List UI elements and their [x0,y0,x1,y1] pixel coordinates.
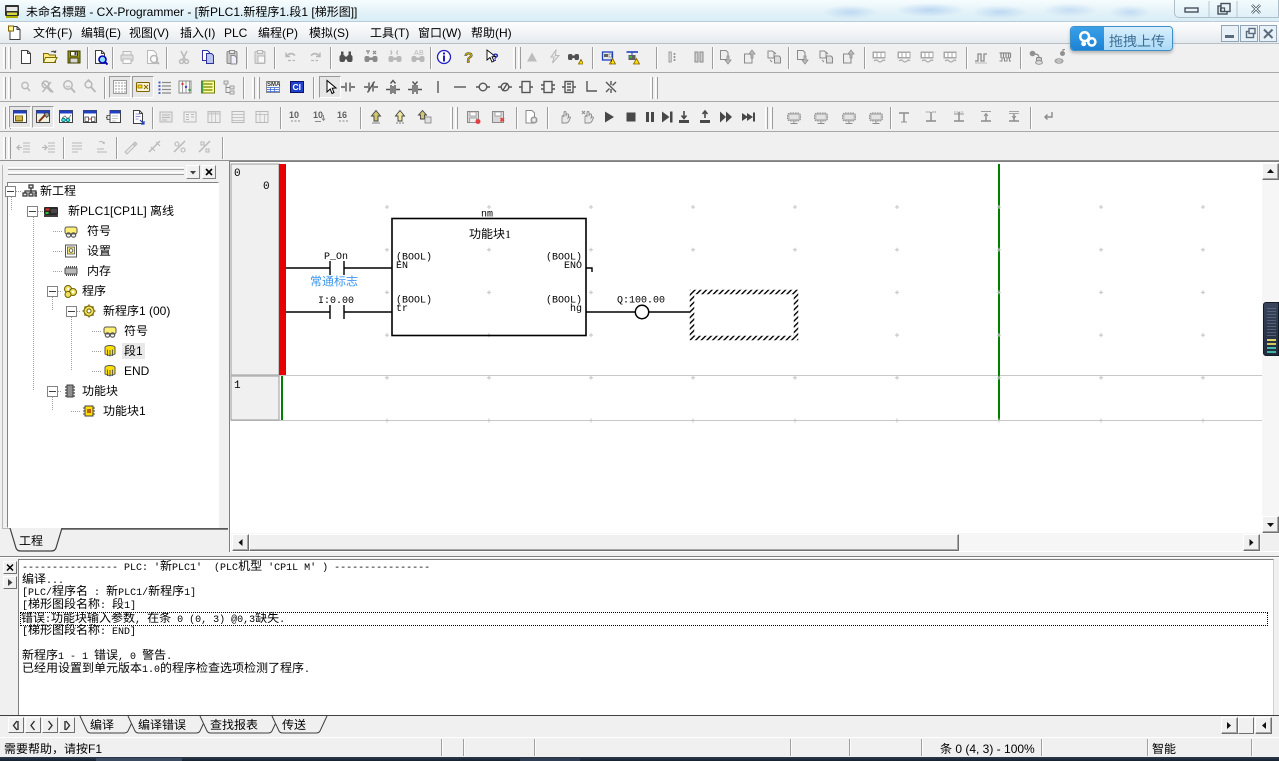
svg-text:nm: nm [481,210,493,221]
svg-text:?: ? [492,52,499,64]
svg-text:I:0.00: I:0.00 [318,296,354,307]
svg-text:?: ? [464,50,473,66]
svg-text:tr: tr [396,304,408,315]
svg-text:10: 10 [289,110,299,120]
svg-text:10: 10 [313,110,323,120]
svg-text:查找报表: 查找报表 [210,718,258,732]
svg-text:传送: 传送 [282,718,306,732]
svg-text:编译错误: 编译错误 [138,718,186,732]
svg-text:0: 0 [234,168,241,180]
svg-text:CI: CI [293,82,302,92]
svg-text:ENO: ENO [564,261,582,272]
svg-text:EN: EN [396,261,408,272]
svg-text:16: 16 [337,110,347,120]
svg-text:hg: hg [570,303,582,315]
svg-text:Q:100.00: Q:100.00 [617,296,665,307]
svg-text:常通标志: 常通标志 [310,273,358,290]
svg-text:B: B [419,50,424,57]
svg-text:工程: 工程 [19,534,43,548]
svg-text:!: ! [611,60,612,66]
svg-text:编译: 编译 [90,718,114,732]
svg-text:功能块1: 功能块1 [469,225,511,242]
svg-text:0: 0 [263,181,270,193]
svg-text:SMA: SMA [267,82,281,88]
svg-text:P_On: P_On [324,252,348,263]
svg-text:1: 1 [234,380,241,392]
